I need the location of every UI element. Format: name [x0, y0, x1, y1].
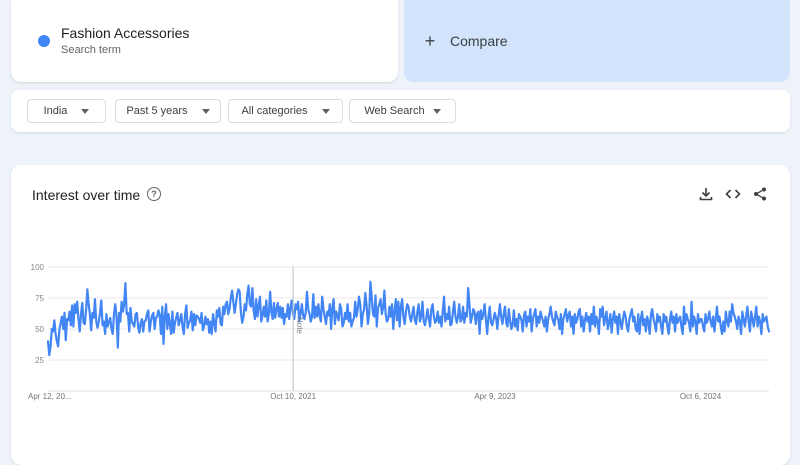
compare-label: Compare: [450, 33, 508, 49]
search-type-dropdown[interactable]: Web Search: [349, 99, 456, 123]
dropdown-arrow-icon: [321, 108, 330, 114]
y-tick-label: 100: [31, 263, 45, 272]
interest-chart[interactable]: 100 75 50 25 Note Apr 12, 20... Oct 10, 2021 Ap…: [11, 165, 790, 450]
region-dropdown[interactable]: India: [27, 99, 106, 123]
region-value: India: [43, 105, 68, 117]
series-color-dot: [38, 35, 50, 47]
x-tick-label: Apr 12, 20...: [28, 392, 72, 401]
dropdown-arrow-icon: [81, 108, 90, 114]
dropdown-arrow-icon: [432, 108, 441, 114]
y-tick-label: 50: [35, 325, 44, 334]
search-term-subtitle: Search term: [61, 44, 121, 56]
annotation-label: Note: [295, 317, 304, 334]
series-line-fashion-accessories: [46, 280, 771, 357]
time-range-dropdown[interactable]: Past 5 years: [115, 99, 221, 123]
category-value: All categories: [241, 105, 308, 117]
search-term-name[interactable]: Fashion Accessories: [61, 25, 189, 41]
dropdown-arrow-icon: [201, 108, 210, 114]
time-range-value: Past 5 years: [126, 105, 188, 117]
x-tick-label: Oct 10, 2021: [270, 392, 316, 401]
search-type-value: Web Search: [364, 105, 425, 117]
compare-button[interactable]: + Compare: [404, 0, 790, 82]
search-term-card[interactable]: Fashion Accessories Search term: [11, 0, 398, 82]
x-tick-label: Apr 9, 2023: [474, 392, 516, 401]
filter-bar: India Past 5 years All categories Web Se…: [11, 90, 790, 132]
interest-over-time-card: Interest over time ? 100 75 50 25 Note Apr 12…: [11, 165, 790, 465]
y-tick-label: 75: [35, 294, 44, 303]
y-tick-label: 25: [35, 356, 44, 365]
plus-icon: +: [424, 30, 436, 51]
x-tick-label: Oct 6, 2024: [680, 392, 722, 401]
category-dropdown[interactable]: All categories: [228, 99, 343, 123]
